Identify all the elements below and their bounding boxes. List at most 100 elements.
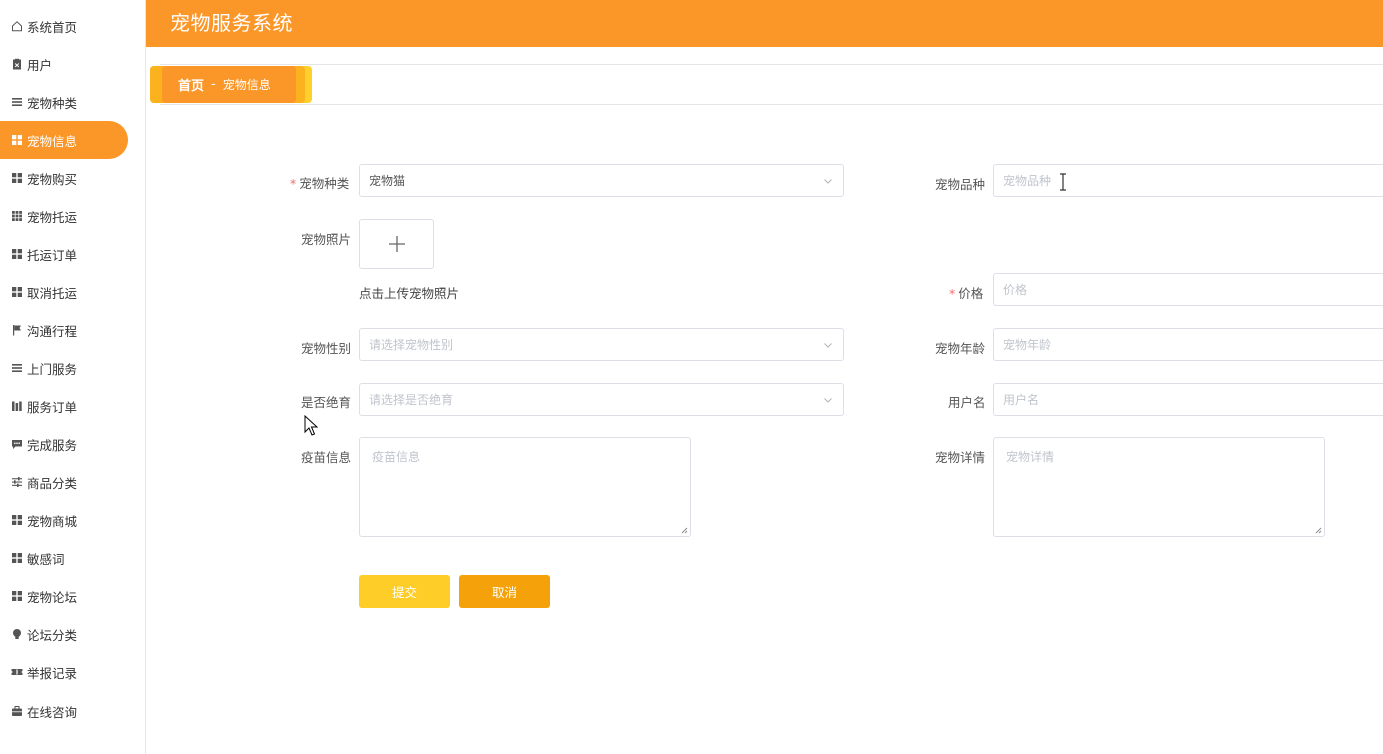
pet-type-value: 宠物猫 bbox=[369, 174, 406, 188]
sidebar-item-pet-shipping[interactable]: 宠物托运 bbox=[0, 197, 128, 235]
username-field[interactable] bbox=[1003, 384, 1383, 415]
sliders-icon bbox=[11, 476, 23, 488]
price-field[interactable] bbox=[1003, 274, 1383, 305]
pet-age-field[interactable] bbox=[1003, 329, 1383, 360]
resize-handle-icon[interactable] bbox=[680, 526, 688, 534]
sidebar-item-label: 举报记录 bbox=[27, 665, 78, 681]
chevron-down-icon bbox=[824, 179, 832, 184]
pet-age-input[interactable] bbox=[993, 328, 1383, 361]
sidebar-item-label: 在线咨询 bbox=[27, 704, 78, 720]
grid-icon bbox=[11, 248, 23, 260]
resize-handle-icon[interactable] bbox=[1314, 526, 1322, 534]
grid-icon bbox=[11, 552, 23, 564]
sidebar-item-label: 宠物托运 bbox=[27, 209, 78, 225]
grid-icon bbox=[11, 172, 23, 184]
sidebar-item-label: 宠物商城 bbox=[27, 513, 78, 529]
pet-gender-placeholder: 请选择宠物性别 bbox=[369, 338, 454, 352]
neutered-placeholder: 请选择是否绝育 bbox=[369, 393, 454, 407]
sidebar-item-label: 宠物信息 bbox=[27, 133, 78, 149]
chevron-down-icon bbox=[824, 343, 832, 348]
sidebar-item-label: 上门服务 bbox=[27, 361, 78, 377]
sidebar-item-home[interactable]: 系统首页 bbox=[0, 7, 128, 45]
sidebar-item-label: 宠物论坛 bbox=[27, 589, 78, 605]
username-label: 用户名 bbox=[948, 395, 986, 410]
sidebar-item-label: 论坛分类 bbox=[27, 627, 78, 643]
plus-icon bbox=[388, 236, 405, 252]
chevron-down-icon bbox=[824, 398, 832, 403]
sidebar-item-label: 宠物购买 bbox=[27, 171, 78, 187]
bars-icon bbox=[11, 400, 23, 412]
breadcrumb-separator: - bbox=[211, 77, 216, 92]
vaccine-label: 疫苗信息 bbox=[301, 450, 352, 465]
sidebar-item-online-consult[interactable]: 在线咨询 bbox=[0, 692, 128, 730]
sidebar-item-pet-category[interactable]: 宠物种类 bbox=[0, 83, 128, 121]
photo-upload-button[interactable] bbox=[359, 219, 434, 269]
sidebar-item-pet-mall[interactable]: 宠物商城 bbox=[0, 501, 128, 539]
ticket-icon bbox=[11, 666, 23, 678]
breadcrumb-bar bbox=[160, 64, 1383, 105]
sidebar-item-home-service[interactable]: 上门服务 bbox=[0, 349, 128, 387]
pet-detail-label: 宠物详情 bbox=[935, 450, 986, 465]
sidebar-item-label: 沟通行程 bbox=[27, 323, 78, 339]
price-input[interactable] bbox=[993, 273, 1383, 306]
required-mark: * bbox=[949, 286, 956, 301]
sidebar-item-sensitive-words[interactable]: 敏感词 bbox=[0, 539, 128, 577]
list-icon bbox=[11, 96, 23, 108]
sidebar-item-report-records[interactable]: 举报记录 bbox=[0, 653, 128, 691]
pet-gender-label: 宠物性别 bbox=[301, 341, 352, 356]
cancel-button[interactable]: 取消 bbox=[459, 575, 550, 608]
mouse-pointer-icon bbox=[304, 415, 318, 436]
sidebar-item-service-orders[interactable]: 服务订单 bbox=[0, 387, 128, 425]
sidebar-item-label: 系统首页 bbox=[27, 19, 78, 35]
breadcrumb-current: 宠物信息 bbox=[222, 78, 271, 92]
sidebar-item-label: 托运订单 bbox=[27, 247, 78, 263]
sidebar-item-forum-category[interactable]: 论坛分类 bbox=[0, 615, 128, 653]
neutered-label: 是否绝育 bbox=[301, 395, 352, 410]
price-label: * 价格 bbox=[949, 286, 984, 301]
sidebar-item-users[interactable]: 用户 bbox=[0, 45, 128, 83]
required-mark: * bbox=[290, 176, 297, 191]
grid-icon bbox=[11, 590, 23, 602]
grid-icon bbox=[11, 134, 23, 146]
vaccine-textarea[interactable]: 疫苗信息 bbox=[359, 437, 691, 537]
username-input[interactable] bbox=[993, 383, 1383, 416]
vaccine-placeholder: 疫苗信息 bbox=[372, 450, 421, 464]
pet-type-label: * 宠物种类 bbox=[290, 176, 350, 191]
sidebar-item-cancel-shipping[interactable]: 取消托运 bbox=[0, 273, 128, 311]
top-header: 宠物服务系统 bbox=[146, 0, 1383, 47]
neutered-select[interactable]: 请选择是否绝育 bbox=[359, 383, 844, 416]
sidebar-item-label: 用户 bbox=[27, 57, 53, 73]
sidebar-item-label: 商品分类 bbox=[27, 475, 78, 491]
sidebar-item-shipping-orders[interactable]: 托运订单 bbox=[0, 235, 128, 273]
sidebar-item-label: 敏感词 bbox=[27, 551, 65, 567]
sidebar-item-trip-communication[interactable]: 沟通行程 bbox=[0, 311, 128, 349]
submit-button[interactable]: 提交 bbox=[359, 575, 450, 608]
clipboard-icon bbox=[11, 58, 23, 70]
pet-detail-textarea[interactable]: 宠物详情 bbox=[993, 437, 1325, 537]
pet-age-label: 宠物年龄 bbox=[935, 341, 986, 356]
lightbulb-icon bbox=[11, 628, 23, 640]
sidebar-item-label: 宠物种类 bbox=[27, 95, 78, 111]
sidebar-item-pet-forum[interactable]: 宠物论坛 bbox=[0, 577, 128, 615]
pet-gender-select[interactable]: 请选择宠物性别 bbox=[359, 328, 844, 361]
grid-nine-icon bbox=[11, 210, 23, 222]
list-icon bbox=[11, 362, 23, 374]
sidebar-item-pet-purchase[interactable]: 宠物购买 bbox=[0, 159, 128, 197]
sidebar-item-goods-category[interactable]: 商品分类 bbox=[0, 463, 128, 501]
text-cursor-icon bbox=[1060, 173, 1066, 191]
breadcrumb: 首页 - 宠物信息 bbox=[162, 66, 296, 103]
breadcrumb-home[interactable]: 首页 bbox=[178, 75, 204, 94]
pet-detail-placeholder: 宠物详情 bbox=[1006, 450, 1055, 464]
sidebar-item-label: 取消托运 bbox=[27, 285, 78, 301]
upload-hint: 点击上传宠物照片 bbox=[359, 286, 460, 301]
home-icon bbox=[11, 20, 23, 32]
sidebar: 系统首页 用户 宠物种类 宠物信息 宠物购买 宠物托运 托运订单 取消托运 沟通… bbox=[0, 0, 146, 754]
sidebar-item-label: 服务订单 bbox=[27, 399, 78, 415]
sidebar-item-pet-info[interactable]: 宠物信息 bbox=[0, 121, 128, 159]
app-title: 宠物服务系统 bbox=[170, 11, 293, 35]
grid-icon bbox=[11, 514, 23, 526]
pet-type-select[interactable]: 宠物猫 bbox=[359, 164, 844, 197]
pet-photo-label: 宠物照片 bbox=[301, 232, 352, 247]
sidebar-item-complete-service[interactable]: 完成服务 bbox=[0, 425, 128, 463]
pet-breed-input[interactable] bbox=[993, 164, 1383, 197]
